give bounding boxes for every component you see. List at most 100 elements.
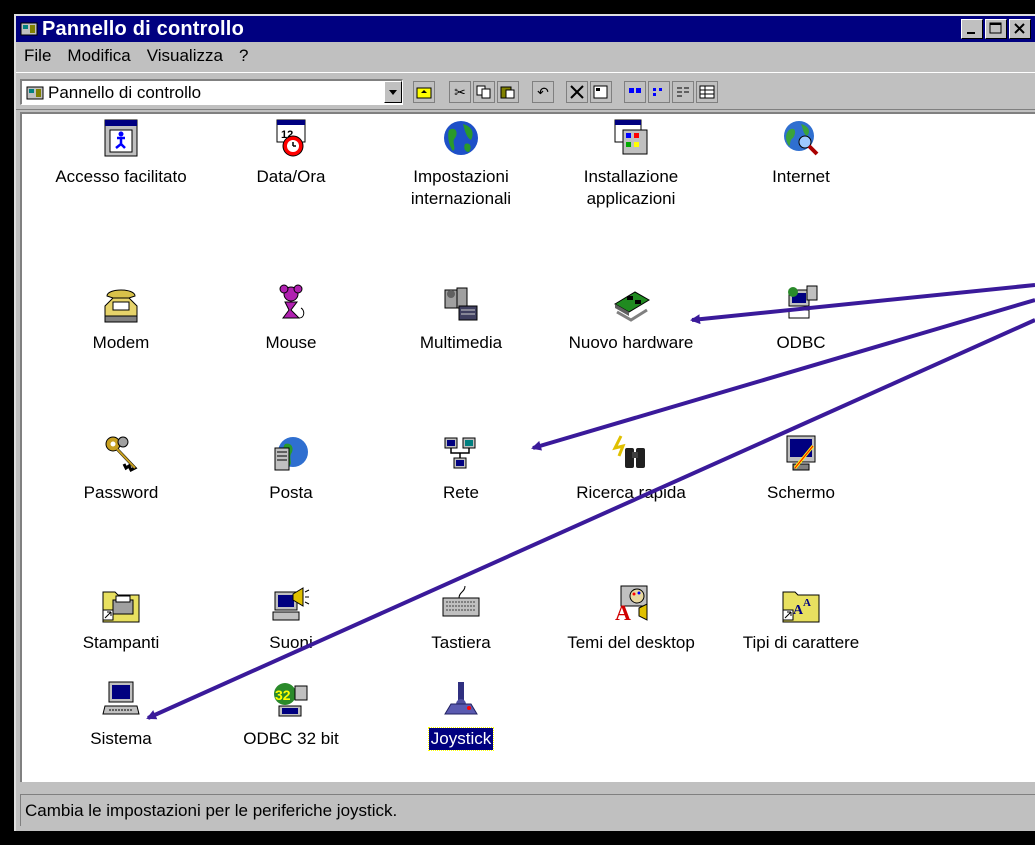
- delete-icon: [570, 85, 584, 99]
- mouse-icon: [279, 284, 305, 319]
- item-label: Mouse: [265, 333, 317, 352]
- svg-text:32: 32: [275, 687, 291, 703]
- status-text: Cambia le impostazioni per le periferich…: [25, 800, 398, 820]
- undo-button[interactable]: ↶: [532, 81, 554, 103]
- desktop-themes-icon: A: [615, 585, 648, 624]
- details-view-icon: [699, 85, 715, 99]
- item-label: Suoni: [269, 633, 313, 652]
- window-title: Pannello di controllo: [42, 17, 244, 40]
- paste-icon: [500, 86, 515, 99]
- copy-button[interactable]: [473, 81, 495, 103]
- maximize-button[interactable]: [985, 19, 1007, 39]
- item-sistema[interactable]: Sistema: [36, 680, 206, 750]
- item-label: Schermo: [766, 483, 836, 502]
- close-button[interactable]: [1009, 19, 1031, 39]
- item-label: Internet: [772, 167, 830, 186]
- binoculars-icon: [612, 435, 645, 468]
- up-folder-button[interactable]: [413, 81, 435, 103]
- scissors-icon: ✂: [454, 83, 466, 100]
- copy-icon: [476, 85, 491, 99]
- toolbar: Pannello di controllo ✂ ↶: [16, 72, 1035, 110]
- odbc-32-icon: 32: [274, 683, 308, 717]
- item-label: Joystick: [427, 727, 495, 751]
- item-accesso-facilitato[interactable]: Accesso facilitato: [36, 118, 206, 188]
- title-bar[interactable]: Pannello di controllo: [16, 16, 1035, 42]
- item-posta[interactable]: Posta: [206, 434, 376, 504]
- item-schermo[interactable]: Schermo: [716, 434, 886, 504]
- computer-icon: [102, 681, 140, 715]
- menu-modifica[interactable]: Modifica: [63, 46, 142, 66]
- undo-icon: ↶: [537, 83, 549, 100]
- keys-icon: [105, 436, 138, 473]
- accessibility-icon: [104, 119, 138, 157]
- printer-folder-icon: [102, 591, 140, 623]
- delete-button[interactable]: [566, 81, 588, 103]
- menu-visualizza[interactable]: Visualizza: [143, 46, 235, 66]
- item-label: Multimedia: [419, 333, 503, 352]
- item-temi-del-desktop[interactable]: A Temi del desktop: [546, 584, 716, 654]
- odbc-icon: [788, 285, 818, 319]
- item-label: Installazione applicazioni: [583, 167, 679, 208]
- item-label: ODBC: [776, 333, 826, 352]
- paste-button[interactable]: [497, 81, 519, 103]
- item-label: Tipi di carattere: [742, 633, 860, 652]
- item-modem[interactable]: Modem: [36, 284, 206, 354]
- up-folder-icon: [416, 87, 432, 99]
- menu-bar: File Modifica Visualizza ?: [16, 44, 1035, 68]
- mail-globe-icon: [274, 437, 308, 471]
- item-label: Posta: [269, 483, 313, 502]
- large-icons-view-icon: [629, 88, 641, 93]
- minimize-button[interactable]: [961, 19, 983, 39]
- menu-file[interactable]: File: [16, 46, 63, 66]
- item-nuovo-hardware[interactable]: Nuovo hardware: [546, 284, 716, 354]
- address-combobox[interactable]: Pannello di controllo: [20, 79, 403, 105]
- item-label: Sistema: [90, 729, 152, 748]
- item-installazione-applicazioni[interactable]: Installazione applicazioni: [546, 118, 716, 210]
- monitor-icon: [786, 435, 816, 471]
- large-icons-view-button[interactable]: [624, 81, 646, 103]
- minimize-icon: [967, 32, 975, 34]
- item-label: Ricerca rapida: [576, 483, 686, 502]
- item-odbc[interactable]: ODBC: [716, 284, 886, 354]
- network-icon: [444, 437, 476, 469]
- item-label: Accesso facilitato: [55, 167, 187, 186]
- globe-icon: [444, 121, 478, 155]
- item-label: Stampanti: [82, 633, 160, 652]
- item-impostazioni-internazionali[interactable]: Impostazioni internazionali: [376, 118, 546, 210]
- properties-button[interactable]: [590, 81, 612, 103]
- details-view-button[interactable]: [696, 81, 718, 103]
- item-ricerca-rapida[interactable]: Ricerca rapida: [546, 434, 716, 504]
- item-label: Rete: [443, 483, 479, 502]
- item-label: Password: [83, 483, 159, 502]
- item-stampanti[interactable]: Stampanti: [36, 584, 206, 654]
- svg-text:A: A: [615, 600, 631, 624]
- item-tastiera[interactable]: Tastiera: [376, 584, 546, 654]
- cut-button[interactable]: ✂: [449, 81, 471, 103]
- list-view-icon: [677, 87, 689, 97]
- address-dropdown-button[interactable]: [384, 81, 402, 103]
- joystick-icon: [444, 682, 478, 715]
- item-tipi-di-carattere[interactable]: A A Tipi di carattere: [716, 584, 886, 654]
- item-odbc-32-bit[interactable]: 32 ODBC 32 bit: [206, 680, 376, 750]
- item-label: Temi del desktop: [567, 633, 695, 652]
- item-label: Impostazioni internazionali: [410, 167, 512, 208]
- item-label: ODBC 32 bit: [243, 729, 339, 748]
- icon-view: Accesso facilitato 12 Data/Ora Impostazi…: [20, 112, 1035, 782]
- item-multimedia[interactable]: Multimedia: [376, 284, 546, 354]
- item-password[interactable]: Password: [36, 434, 206, 504]
- item-mouse[interactable]: Mouse: [206, 284, 376, 354]
- list-view-button[interactable]: [672, 81, 694, 103]
- item-rete[interactable]: Rete: [376, 434, 546, 504]
- item-internet[interactable]: Internet: [716, 118, 886, 188]
- menu-help[interactable]: ?: [235, 46, 260, 66]
- hardware-card-icon: [614, 291, 650, 322]
- item-joystick[interactable]: Joystick: [376, 680, 546, 751]
- close-icon: [1014, 23, 1025, 34]
- item-label: Modem: [92, 333, 150, 352]
- keyboard-icon: [442, 585, 480, 617]
- install-programs-icon: [614, 119, 648, 155]
- small-icons-view-button[interactable]: [648, 81, 670, 103]
- item-data-ora[interactable]: 12 Data/Ora: [206, 118, 376, 188]
- multimedia-icon: [444, 287, 478, 321]
- item-suoni[interactable]: Suoni: [206, 584, 376, 654]
